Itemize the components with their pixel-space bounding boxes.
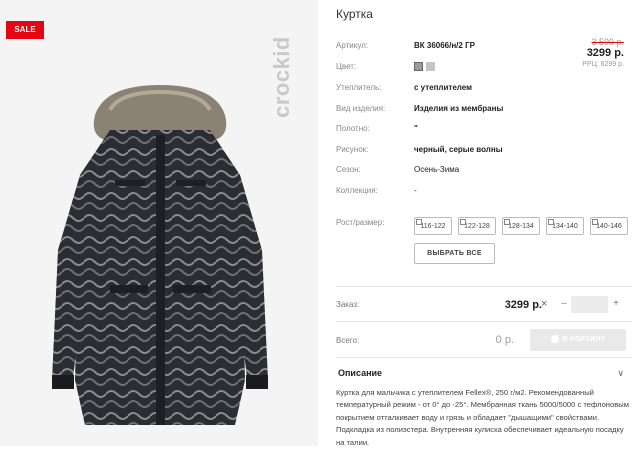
add-to-cart-label: В КОРЗИНУ [562, 336, 606, 343]
color-swatch-dark[interactable] [414, 62, 423, 71]
chevron-down-icon[interactable]: ∨ [617, 368, 624, 379]
sale-badge: SALE [6, 21, 44, 39]
size-option[interactable]: 140-146 [590, 217, 628, 235]
checkbox-icon [504, 219, 510, 225]
checkbox-icon [592, 219, 598, 225]
old-price: 3 599 р. [591, 37, 624, 47]
spec-label: Рисунок: [336, 145, 369, 154]
size-option[interactable]: 128-134 [502, 217, 540, 235]
spec-label: Полотно: [336, 124, 370, 133]
select-all-button[interactable]: ВЫБРАТЬ ВСЕ [414, 243, 495, 264]
spec-value: Изделия из мембраны [414, 104, 504, 113]
remove-icon[interactable]: × [541, 298, 547, 310]
spec-label: Артикул: [336, 41, 369, 50]
quantity-input[interactable] [571, 296, 608, 313]
cart-icon [550, 335, 559, 344]
product-details: Куртка 3 599 р. 3299 р. РРЦ: 6299 р. Арт… [336, 0, 632, 447]
order-price: 3299 р. [504, 299, 542, 311]
checkbox-icon [548, 219, 554, 225]
checkbox-icon [460, 219, 466, 225]
quantity-minus-button[interactable]: − [558, 296, 570, 312]
spec-value: ВК 36066/н/2 ГР [414, 41, 475, 50]
checkbox-icon [416, 219, 422, 225]
size-option[interactable]: 116-122 [414, 217, 452, 235]
total-price: 0 р. [495, 334, 514, 346]
order-label: Заказ: [336, 300, 360, 309]
quantity-plus-button[interactable]: + [610, 296, 622, 312]
product-image-panel: SALE crockid [0, 0, 318, 446]
total-label: Всего: [336, 336, 360, 345]
color-swatch-light[interactable] [426, 62, 435, 71]
rrp-price: РРЦ: 6299 р. [582, 61, 624, 68]
spec-value: с утеплителем [414, 83, 473, 92]
spec-value: черный, серые волны [414, 145, 503, 154]
spec-label: Утеплитель: [336, 83, 382, 92]
divider [336, 286, 632, 287]
add-to-cart-button[interactable]: В КОРЗИНУ [530, 329, 626, 351]
spec-label: Коллекция: [336, 186, 378, 195]
current-price: 3299 р. [586, 47, 624, 59]
spec-value: - [414, 186, 417, 195]
product-image[interactable] [40, 80, 280, 440]
spec-label: Цвет: [336, 62, 357, 71]
spec-label: Сезон: [336, 165, 361, 174]
spec-label: Вид изделия: [336, 104, 386, 113]
size-option[interactable]: 134-140 [546, 217, 584, 235]
spec-value: " [414, 124, 418, 133]
divider [336, 321, 632, 322]
description-text: Куртка для мальчика с утеплителем Fellex… [336, 388, 629, 447]
size-option[interactable]: 122-128 [458, 217, 496, 235]
divider [336, 357, 632, 358]
spec-value: Осень-Зима [414, 165, 460, 174]
description-heading[interactable]: Описание [338, 368, 382, 378]
size-label: Рост/размер: [336, 218, 385, 227]
product-title: Куртка [336, 7, 373, 21]
